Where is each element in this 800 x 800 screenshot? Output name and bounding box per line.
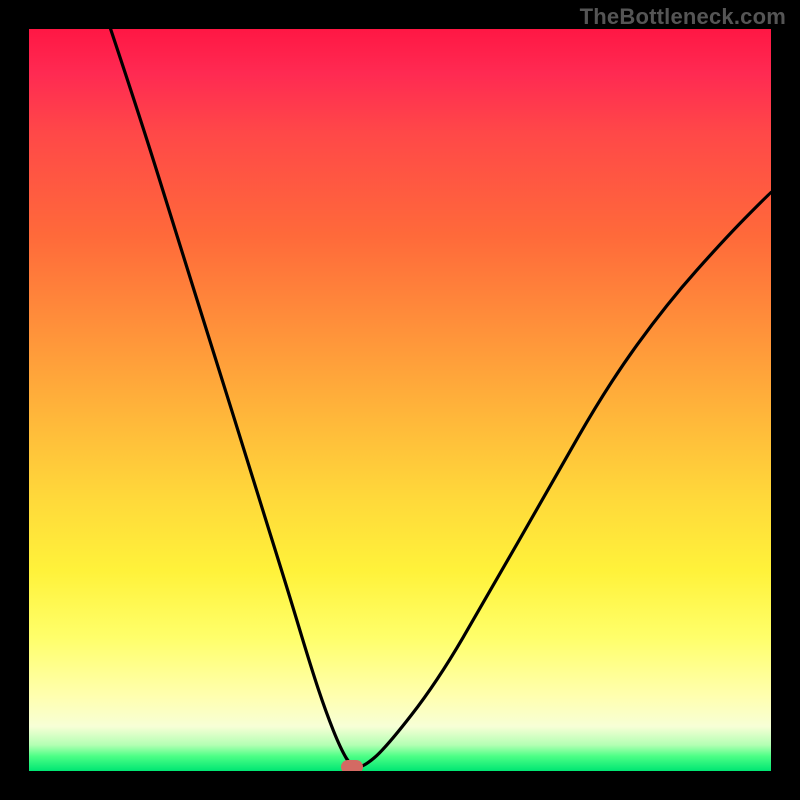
minimum-point-marker xyxy=(341,760,363,771)
plot-area xyxy=(29,29,771,771)
bottleneck-curve xyxy=(29,29,771,771)
chart-frame: TheBottleneck.com xyxy=(0,0,800,800)
watermark-text: TheBottleneck.com xyxy=(580,4,786,30)
